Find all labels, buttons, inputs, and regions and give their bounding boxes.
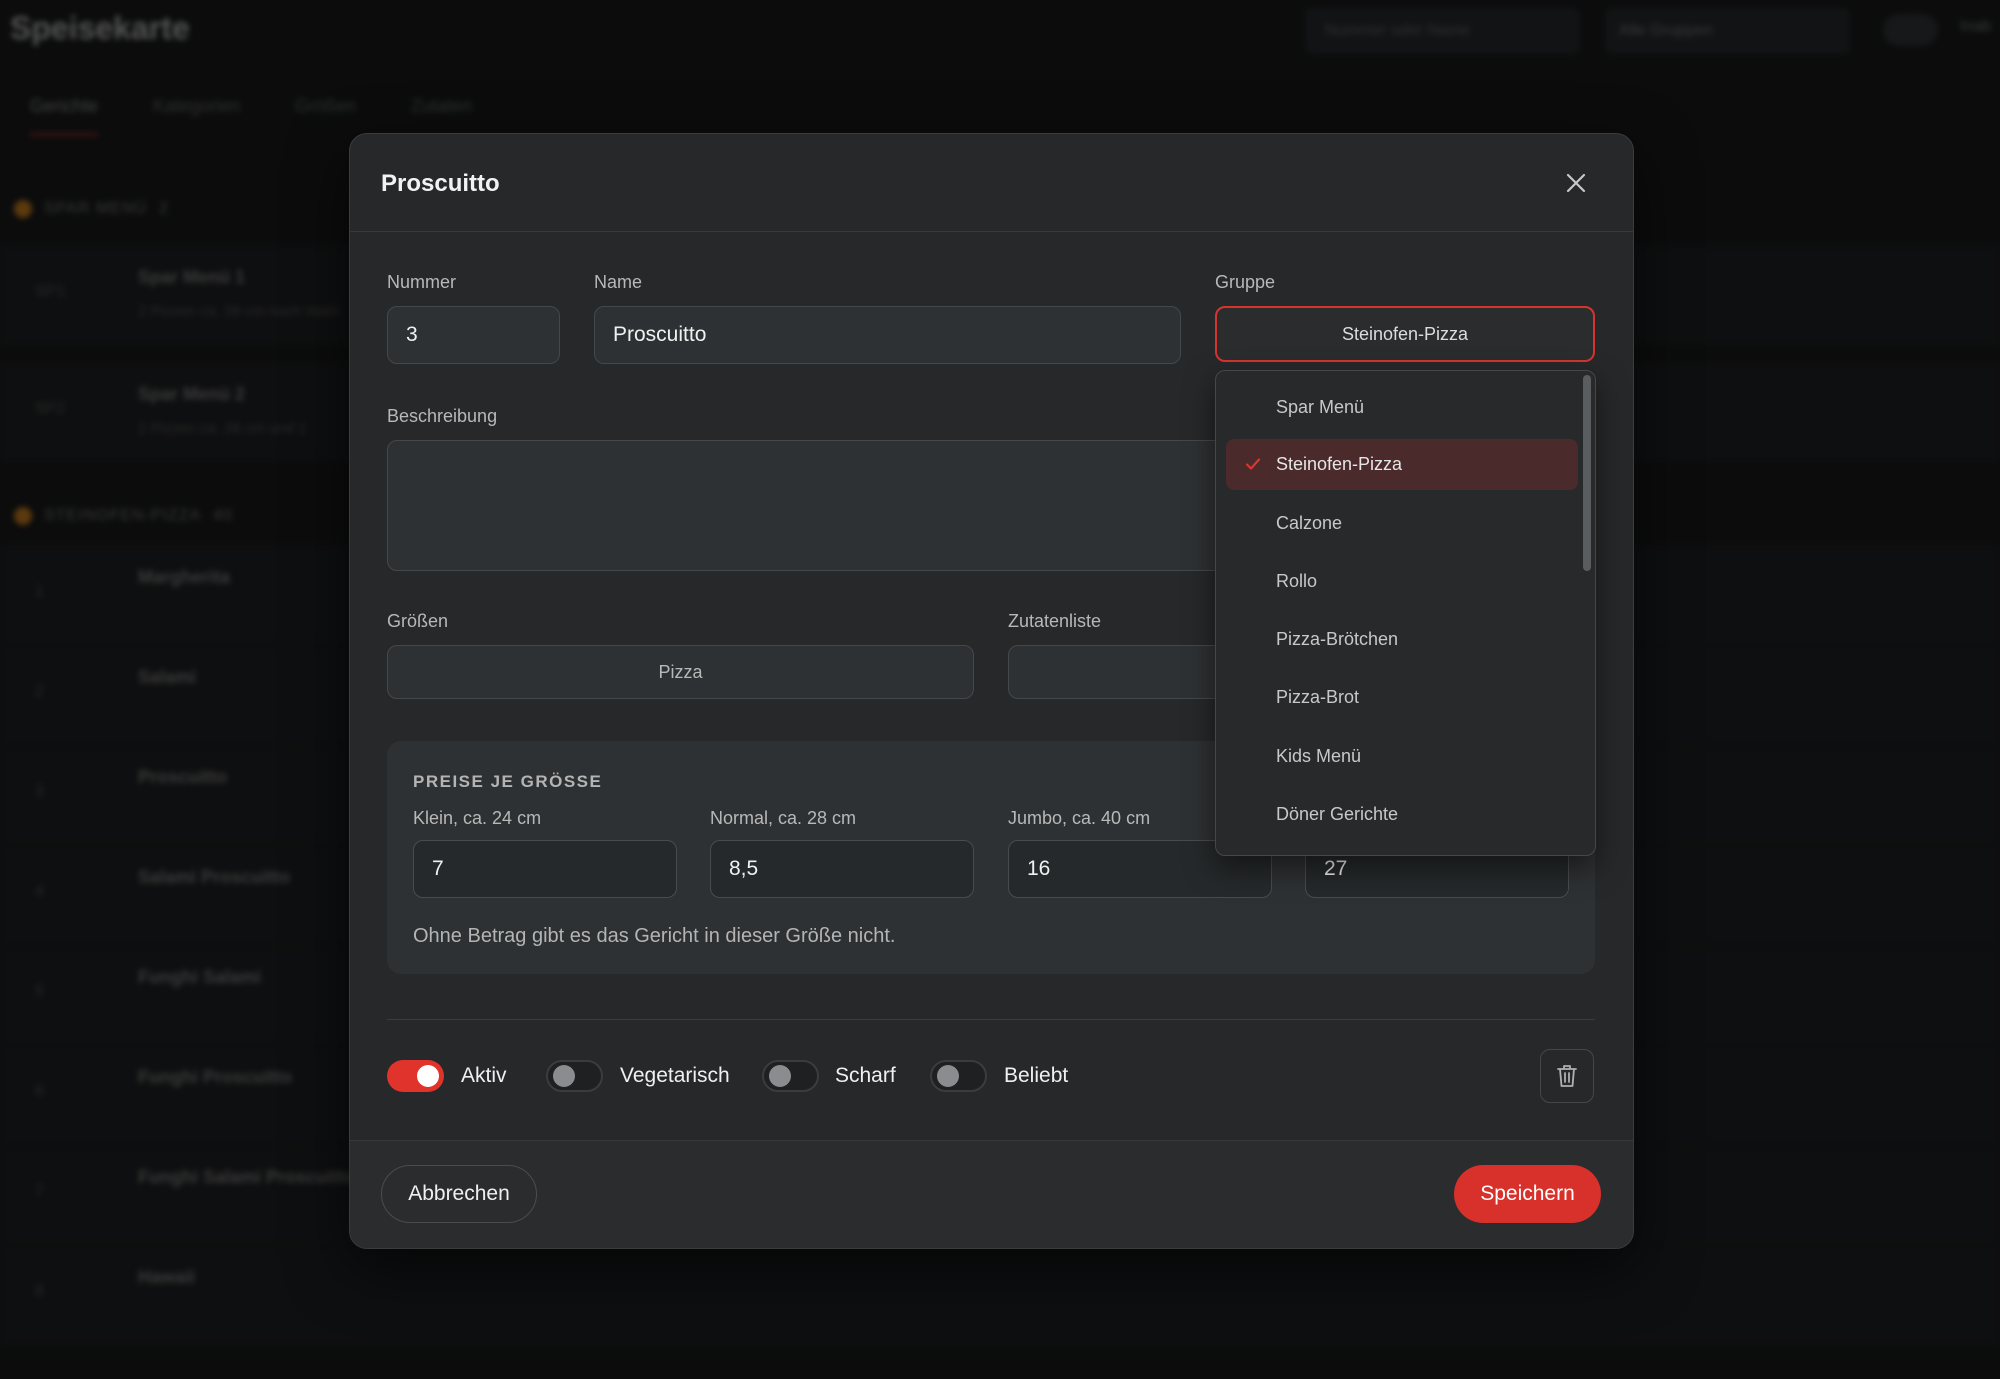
- price-input-normal[interactable]: 8,5: [710, 840, 974, 898]
- trash-icon: [1557, 1065, 1577, 1087]
- toggle-knob: [553, 1065, 575, 1087]
- group-select[interactable]: Steinofen-Pizza: [1215, 306, 1595, 362]
- dropdown-option-steinofen-pizza[interactable]: Steinofen-Pizza: [1226, 439, 1578, 490]
- toggle-knob: [937, 1065, 959, 1087]
- dropdown-option-kids-menu[interactable]: Kids Menü: [1226, 731, 1578, 782]
- cancel-button[interactable]: Abbrechen: [381, 1165, 537, 1223]
- toggle-vegetarisch[interactable]: [546, 1060, 603, 1092]
- option-label: Pizza-Brot: [1276, 687, 1360, 707]
- dropdown-option-calzone[interactable]: Calzone: [1226, 498, 1578, 549]
- toggle-label-vegetarisch: Vegetarisch: [620, 1064, 730, 1087]
- close-icon: [1566, 173, 1586, 193]
- description-label: Beschreibung: [387, 406, 498, 426]
- option-label: Döner Gerichte: [1276, 804, 1399, 824]
- dropdown-option-pizza-broetchen[interactable]: Pizza-Brötchen: [1226, 614, 1578, 665]
- delete-button[interactable]: [1540, 1049, 1594, 1103]
- option-label: Pizza-Brötchen: [1276, 629, 1399, 649]
- ingredients-label: Zutatenliste: [1008, 611, 1102, 631]
- name-field[interactable]: Proscuitto: [594, 306, 1181, 364]
- divider: [387, 1019, 1595, 1020]
- dropdown-option-rollo[interactable]: Rollo: [1226, 556, 1578, 607]
- modal-header: Proscuitto: [350, 134, 1633, 232]
- check-icon: [1245, 458, 1261, 470]
- option-label: Calzone: [1276, 513, 1343, 533]
- toggle-knob: [417, 1065, 439, 1087]
- toggle-label-scharf: Scharf: [835, 1064, 896, 1087]
- prices-heading: PREISE JE GRÖSSE: [413, 772, 603, 791]
- number-field[interactable]: 3: [387, 306, 560, 364]
- number-label: Nummer: [387, 272, 457, 292]
- name-label: Name: [594, 272, 643, 292]
- price-label-jumbo: Jumbo, ca. 40 cm: [1008, 808, 1151, 828]
- toggle-label-aktiv: Aktiv: [461, 1064, 507, 1087]
- dropdown-option-doener-gerichte[interactable]: Döner Gerichte: [1226, 789, 1578, 840]
- group-label: Gruppe: [1215, 272, 1276, 292]
- option-label: Rollo: [1276, 571, 1318, 591]
- group-dropdown-menu: Spar Menü Steinofen-Pizza Calzone Rollo …: [1215, 370, 1596, 856]
- toggle-knob: [769, 1065, 791, 1087]
- price-label-small: Klein, ca. 24 cm: [413, 808, 542, 828]
- option-label: Steinofen-Pizza: [1276, 454, 1403, 474]
- toggle-beliebt[interactable]: [930, 1060, 987, 1092]
- modal-title: Proscuitto: [381, 170, 500, 197]
- dropdown-scrollbar[interactable]: [1583, 375, 1591, 571]
- dropdown-option-pizza-brot[interactable]: Pizza-Brot: [1226, 672, 1578, 723]
- save-button[interactable]: Speichern: [1454, 1165, 1601, 1223]
- prices-note: Ohne Betrag gibt es das Gericht in diese…: [413, 925, 896, 947]
- modal-footer: Abbrechen Speichern: [350, 1140, 1633, 1248]
- sizes-select-button[interactable]: Pizza: [387, 645, 974, 699]
- toggle-aktiv[interactable]: [387, 1060, 444, 1092]
- toggle-scharf[interactable]: [762, 1060, 819, 1092]
- price-input-small[interactable]: 7: [413, 840, 677, 898]
- option-label: Spar Menü: [1276, 397, 1365, 417]
- sizes-label: Größen: [387, 611, 449, 631]
- toggle-label-beliebt: Beliebt: [1004, 1064, 1069, 1087]
- option-label: Kids Menü: [1276, 746, 1362, 766]
- close-button[interactable]: [1561, 168, 1591, 198]
- dropdown-option-spar-menu[interactable]: Spar Menü: [1226, 382, 1578, 433]
- price-label-normal: Normal, ca. 28 cm: [710, 808, 857, 828]
